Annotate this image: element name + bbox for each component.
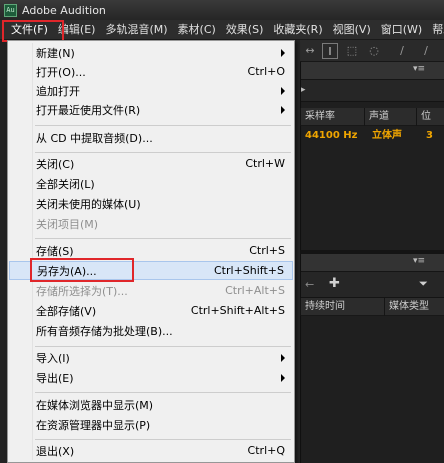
menu-item-close-unused-media[interactable]: 关闭未使用的媒体(U) [9,194,293,213]
file-menu-dropdown: 新建(N) 打开(O)... Ctrl+O 追加打开 打开最近使用文件(R) 从… [7,40,295,463]
menu-item-save-as[interactable]: 另存为(A)... Ctrl+Shift+S [9,261,293,280]
dropdown-arrow-icon[interactable]: ▸ [301,85,306,95]
move-tool-icon[interactable]: ↔ [302,43,318,59]
media-column-header: 持续时间 媒体类型 [300,298,444,316]
menu-item-exit[interactable]: 退出(X) Ctrl+Q [9,441,293,460]
back-arrow-icon[interactable]: ← [305,278,314,291]
menu-item-save-selection-as: 存储所选择为(T)... Ctrl+Alt+S [36,284,285,298]
submenu-arrow-icon [281,374,285,382]
submenu-arrow-icon [281,354,285,362]
menu-item-save-all[interactable]: 全部存储(V) Ctrl+Shift+Alt+S [9,301,293,320]
window-title: Adobe Audition [22,3,106,17]
menu-effects[interactable]: 效果(S) [221,21,269,39]
media-panel: ▾≡ ← ✚ ⏷ [300,254,444,463]
menu-item-new[interactable]: 新建(N) [9,43,293,62]
menu-favorites[interactable]: 收藏夹(R) [268,21,327,39]
menu-separator [35,152,291,153]
submenu-arrow-icon [281,106,285,114]
menu-item-export[interactable]: 导出(E) [9,368,293,387]
menu-item-open-recent[interactable]: 打开最近使用文件(R) [9,100,293,119]
menu-edit[interactable]: 编辑(E) [53,21,101,39]
cell-channels: 立体声 [372,130,402,141]
lasso-tool-icon[interactable]: ◌ [366,43,382,59]
healing-tool-icon[interactable]: ∕ [418,43,434,59]
menu-file[interactable]: 文件(F) [6,21,53,39]
files-column-header: 采样率 声道 位 [300,108,444,126]
menu-window[interactable]: 窗口(W) [376,21,427,39]
menu-multitrack[interactable]: 多轨混音(M) [100,21,172,39]
menu-item-import[interactable]: 导入(I) [9,348,293,367]
col-sample-rate[interactable]: 采样率 [300,108,364,126]
menu-item-close[interactable]: 关闭(C) Ctrl+W [9,154,293,173]
menu-item-show-in-media-browser[interactable]: 在媒体浏览器中显示(M) [9,395,293,414]
media-toolbar: ← ✚ ⏷ [301,272,444,298]
files-panel-subheader: ▸ [301,80,444,102]
menu-help[interactable]: 帮助 [427,21,444,39]
audition-app-icon: Au [4,3,17,17]
marquee-tool-icon[interactable]: ⬚ [344,43,360,59]
col-duration[interactable]: 持续时间 [300,298,384,316]
submenu-arrow-icon [281,49,285,57]
filter-icon[interactable]: ⏷ [419,277,428,291]
add-icon[interactable]: ✚ [329,276,340,291]
menu-item-open[interactable]: 打开(O)... Ctrl+O [9,62,293,81]
menu-item-batch-save[interactable]: 所有音频存储为批处理(B)... [9,321,293,340]
menu-item-close-all[interactable]: 全部关闭(L) [9,174,293,193]
menu-clip[interactable]: 素材(C) [173,21,221,39]
menu-item-show-in-explorer[interactable]: 在资源管理器中显示(P) [9,415,293,434]
media-panel-header: ▾≡ [301,254,444,272]
panel-menu-icon[interactable]: ▾≡ [413,64,425,74]
files-panel-header: ▾≡ [301,62,444,80]
col-bits[interactable]: 位 [416,108,444,126]
menu-item-extract-cd[interactable]: 从 CD 中提取音频(D)... [9,128,293,147]
menu-separator [35,125,291,126]
brush-tool-icon[interactable]: ∕ [394,43,410,59]
cell-sample-rate: 44100 Hz [305,130,358,141]
menu-separator [35,238,291,239]
menu-item-append-open[interactable]: 追加打开 [9,81,293,100]
tool-strip: ↔ I ⬚ ◌ ∕ ∕ [300,40,444,62]
menu-view[interactable]: 视图(V) [328,21,376,39]
menu-separator [35,346,291,347]
title-bar: Au Adobe Audition [0,0,444,20]
menu-separator [35,392,291,393]
col-media-type[interactable]: 媒体类型 [384,298,444,316]
time-selection-tool-icon[interactable]: I [322,43,338,59]
files-panel: ▾≡ ▸ [300,62,444,250]
menu-bar: 文件(F) 编辑(E) 多轨混音(M) 素材(C) 效果(S) 收藏夹(R) 视… [0,20,444,40]
menu-item-save[interactable]: 存储(S) Ctrl+S [9,241,293,260]
cell-bits: 3 [426,130,433,141]
menu-separator [35,439,291,440]
col-channels[interactable]: 声道 [364,108,416,126]
menu-item-close-project: 关闭项目(M) [36,217,99,231]
media-panel-menu-icon[interactable]: ▾≡ [413,256,425,266]
submenu-arrow-icon [281,87,285,95]
